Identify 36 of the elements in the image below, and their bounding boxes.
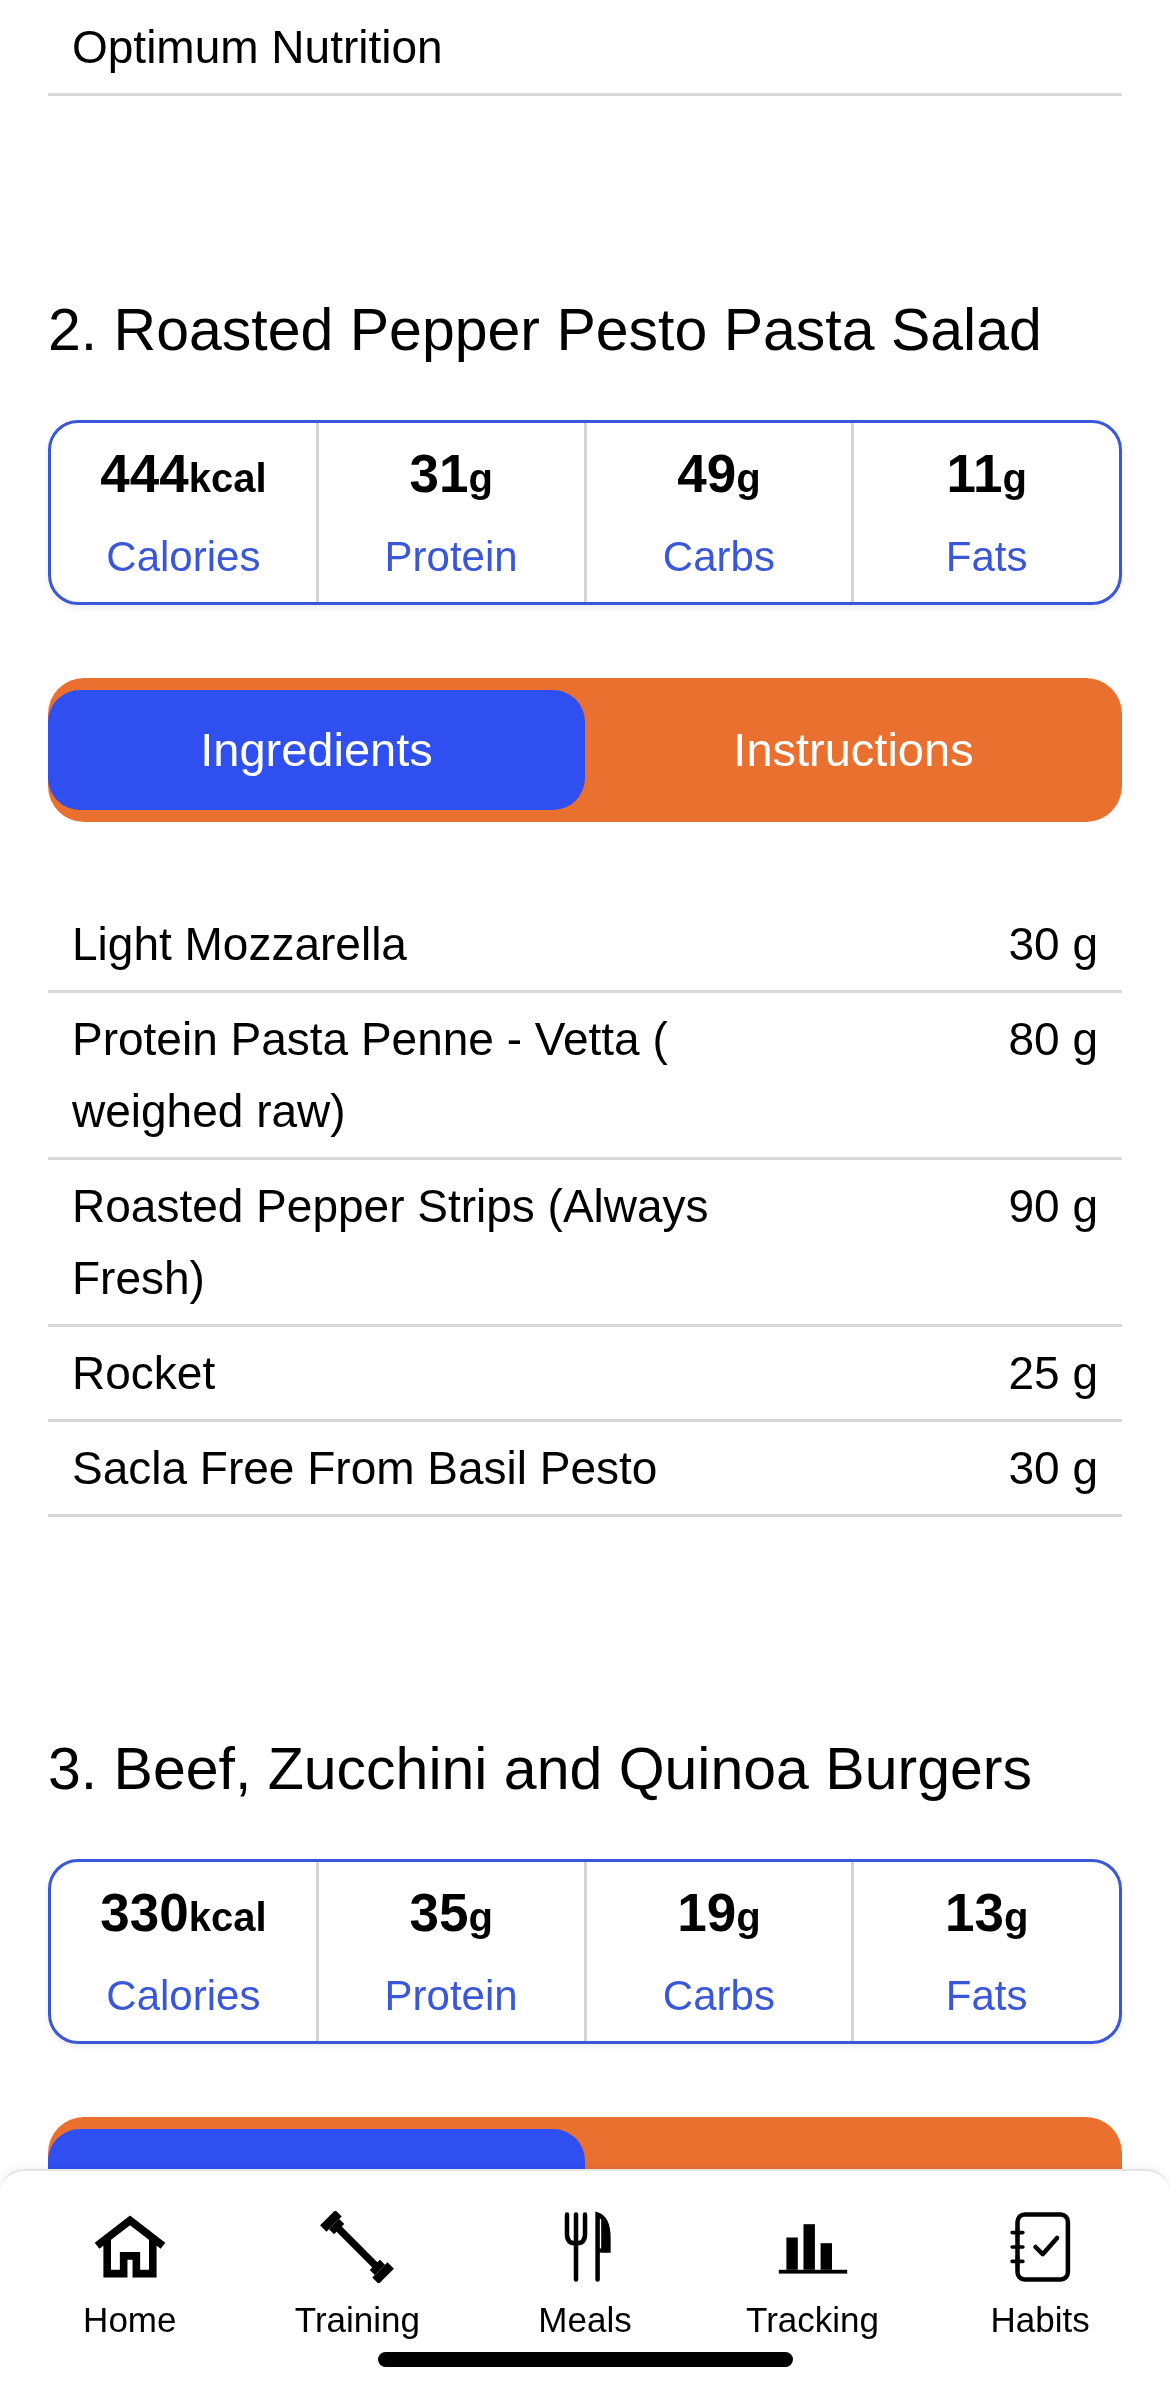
ingredient-name: Light Mozzarella [72,917,407,972]
ingredient-name: Protein Pasta Penne - Vetta ( weighed raw) [72,1012,669,1139]
macro-value: 13g [944,1881,1029,1944]
macro-label: Calories [106,531,261,582]
macro-value: 330kcal [100,1881,267,1944]
nav-item[interactable]: Habits [926,2171,1154,2391]
macro-label: Carbs [662,531,775,582]
ingredient-amount: 90 g [1008,1179,1098,1234]
ingredient-amount: 25 g [1008,1346,1098,1401]
macro-label: Protein [384,531,518,582]
macro-value: 31g [409,442,493,505]
dumbbell-icon [319,2211,396,2283]
ingredient-name: Roasted Pepper Strips (Always Fresh) [72,1179,710,1306]
ingredient-amount: 30 g [1008,917,1098,972]
nav-item[interactable]: Home [16,2171,244,2391]
ingredient-name: Rocket [72,1346,216,1401]
nav-item[interactable]: Meals [471,2171,699,2391]
macro-value: 35g [409,1881,493,1944]
nav-item[interactable]: Tracking [698,2171,927,2391]
ingredient-amount: 30 g [1008,1441,1098,1496]
macro-value: 19g [677,1881,761,1944]
meal-title: 2. Roasted Pepper Pesto Pasta Salad [48,296,1043,364]
ingredient-amount: 80 g [1008,1012,1098,1067]
macro-value: 444kcal [100,442,267,505]
macro-label: Calories [106,1970,261,2021]
macro-label: Fats [945,1970,1028,2021]
macro-value: 49g [677,442,761,505]
tab[interactable]: Ingredients [48,690,585,810]
macro-label: Protein [384,1970,518,2021]
ingredient-name: Sacla Free From Basil Pesto [72,1441,658,1496]
macro-label: Carbs [662,1970,775,2021]
meal-title: 3. Beef, Zucchini and Quinoa Burgers [48,1735,1033,1803]
nav-item[interactable]: Training [243,2171,472,2391]
ingredient-name: Optimum Nutrition [72,20,443,75]
macro-value: 11g [946,442,1027,505]
macro-label: Fats [945,531,1028,582]
